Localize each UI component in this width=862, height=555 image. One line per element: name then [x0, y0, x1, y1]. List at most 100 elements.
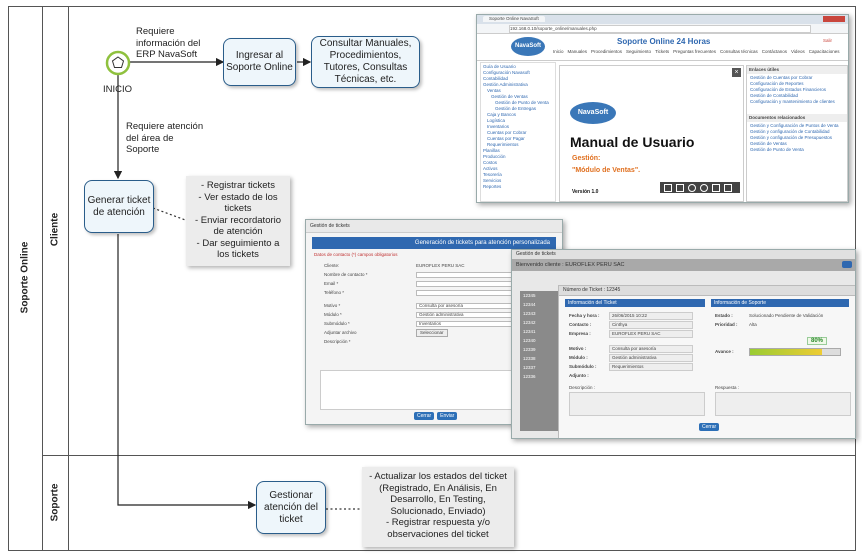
menu-item[interactable]: Inicio — [553, 49, 564, 55]
detail-window-title: Gestión de tickets — [512, 250, 855, 259]
annotation-cliente: - Registrar tickets - Ver estado de los … — [186, 176, 290, 266]
menu-item[interactable]: Procedimientos — [591, 49, 622, 55]
doc-item[interactable]: Gestión de Punto de Venta — [750, 147, 844, 153]
form-window-title: Gestión de tickets — [306, 220, 562, 233]
screenshot-ticket-detail: Gestión de tickets Bienvenido cliente : … — [511, 249, 856, 439]
avance-progress-bar — [749, 347, 841, 356]
task-ingresar[interactable]: Ingresar al Soporte Online — [223, 38, 296, 86]
annotation-soporte: - Actualizar los estados del ticket (Reg… — [362, 467, 514, 547]
docs-list: Gestión y Configuración de Puntos de Ven… — [747, 122, 847, 154]
screenshot-portal: Soporte Online NavaSoft 192.168.0.10/sop… — [476, 14, 849, 203]
link-item[interactable]: Configuración y mantenimiento de cliente… — [750, 99, 844, 105]
url-input[interactable]: 192.168.0.10/soporte_online/manuales.php — [509, 25, 811, 33]
field-label: Módulo * — [324, 311, 342, 317]
right-panel: Enlaces útiles Gestión de Cuentas por Co… — [746, 65, 848, 202]
info-label: Empresa : — [569, 330, 591, 336]
info-label: Adjunto : — [569, 372, 589, 378]
annotation-cliente-line: - Dar seguimiento a los tickets — [196, 237, 280, 261]
support-info: Estado : Solucionado Pendiente de Validac… — [715, 311, 849, 356]
descripcion-box[interactable] — [569, 392, 705, 416]
prioridad-label: Prioridad : — [715, 321, 738, 327]
info-value: EUROFLEX PERU SAC — [609, 329, 693, 338]
annotation-cliente-line: - Registrar tickets — [201, 180, 275, 191]
tree-list: Guía de Usuario Configuración Navasoft C… — [481, 63, 555, 191]
welcome-text: Bienvenido cliente : EUROFLEX PERU SAC — [516, 262, 625, 268]
navasoft-logo: NavaSoft — [511, 37, 545, 56]
field-label: Adjuntar archivo — [324, 329, 357, 335]
menu-item[interactable]: Capacitaciones — [809, 49, 840, 55]
annotation-soporte-line: - Actualizar los estados del ticket (Reg… — [369, 471, 507, 517]
menu-item[interactable]: Seguimiento — [626, 49, 651, 55]
close-icon[interactable]: × — [732, 68, 741, 77]
viewer-toolbar — [660, 182, 740, 193]
avance-progress-fill — [750, 348, 822, 355]
info-label: Contacto : — [569, 321, 592, 327]
manual-gestion: Gestión: — [572, 155, 601, 162]
menu-item[interactable]: Contáctanos — [762, 49, 787, 55]
menu-item[interactable]: Manuales — [568, 49, 588, 55]
detail-welcome: Bienvenido cliente : EUROFLEX PERU SAC — [512, 259, 855, 271]
ticket-list-items: 12345 12344 12343 12342 12341 12340 1233… — [520, 291, 560, 382]
annotation-cliente-line: - Enviar recordatorio de atención — [194, 214, 282, 238]
portal-title: Soporte Online 24 Horas — [617, 37, 711, 46]
attach-button[interactable]: Seleccionar — [416, 328, 448, 337]
detail-cerrar-button[interactable]: Cerrar — [699, 423, 720, 431]
start-label: INICIO — [103, 84, 133, 95]
field-label: Teléfono * — [324, 289, 345, 295]
fit-icon[interactable] — [676, 183, 684, 192]
browser-tabbar: Soporte Online NavaSoft — [477, 15, 848, 24]
browser-addressbar: 192.168.0.10/soporte_online/manuales.php — [477, 24, 848, 34]
start-event — [105, 50, 131, 76]
print-icon[interactable] — [724, 183, 732, 192]
manual-title: Manual de Usuario — [570, 134, 695, 150]
info-value: 26/06/2015 10:22 — [609, 311, 693, 320]
manual-version: Versión 1.0 — [572, 189, 599, 195]
estado-value: Solucionado Pendiente de Validación — [749, 312, 824, 318]
window-close-icon[interactable] — [823, 16, 845, 22]
ticket-list-item[interactable]: 12336 — [523, 374, 557, 380]
enviar-button[interactable]: Enviar — [437, 412, 458, 420]
manual-module: "Módulo de Ventas". — [572, 167, 641, 174]
avance-pct: 80% — [807, 337, 828, 345]
manual-viewer: × NavaSoft Manual de Usuario Gestión: "M… — [559, 65, 744, 202]
annotation-cliente-line: - Ver estado de los tickets — [198, 191, 278, 215]
task-generar[interactable]: Generar ticket de atención — [84, 180, 154, 233]
salir-link[interactable]: Salir — [823, 38, 832, 44]
cliente-value: EUROFLEX PERU SAC — [416, 262, 465, 268]
zoom-out-icon[interactable] — [700, 183, 708, 192]
flow-generar-to-gestionar — [117, 234, 257, 510]
links-list: Gestión de Cuentas por Cobrar Configurac… — [747, 74, 847, 106]
browser-tab[interactable]: Soporte Online NavaSoft — [483, 16, 545, 22]
info-label: Módulo : — [569, 354, 588, 360]
portal-header: NavaSoft Soporte Online 24 Horas Salir I… — [477, 34, 848, 61]
cerrar-button[interactable]: Cerrar — [414, 412, 435, 420]
zoom-in-icon[interactable] — [688, 183, 696, 192]
ticket-dialog: Número de Ticket : 12345 Información del… — [558, 285, 855, 438]
info-value: Cinthya — [609, 320, 693, 329]
respuesta-label: Respuesta : — [715, 385, 740, 390]
tree-item[interactable]: Reportes — [483, 184, 553, 190]
prioridad-value: Alta — [749, 321, 757, 327]
assoc-cliente — [152, 207, 189, 222]
menu-item[interactable]: Preguntas frecuentes — [673, 49, 716, 55]
task-gestionar[interactable]: Gestionar atención del ticket — [256, 481, 326, 534]
form-actions: Cerrar Enviar — [414, 412, 458, 420]
dialog-title: Número de Ticket : 12345 — [559, 286, 855, 296]
docs-heading: Documentos relacionados — [747, 114, 847, 122]
info-label: Motivo : — [569, 345, 587, 351]
estado-label: Estado : — [715, 312, 733, 318]
respuesta-box[interactable] — [715, 392, 851, 416]
menu-item[interactable]: Videos — [791, 49, 805, 55]
descripcion-label: Descripción : — [569, 385, 596, 390]
info-value: Gestión administrativa — [609, 353, 693, 362]
logout-icon[interactable] — [842, 261, 852, 268]
info-label: Fecha y hora : — [569, 312, 600, 318]
page-icon[interactable] — [664, 183, 672, 192]
task-ingresar-label: Ingresar al Soporte Online — [226, 50, 293, 73]
save-icon[interactable] — [712, 183, 720, 192]
menu-item[interactable]: Tickets — [655, 49, 669, 55]
menu-item[interactable]: Consultas técnicas — [720, 49, 758, 55]
ticket-list: 12345 12344 12343 12342 12341 12340 1233… — [520, 291, 560, 431]
task-consultar[interactable]: Consultar Manuales, Procedimientos, Tuto… — [311, 36, 420, 88]
flow-label-requiere-atencion: Requiere atención del área de Soporte — [126, 121, 204, 155]
